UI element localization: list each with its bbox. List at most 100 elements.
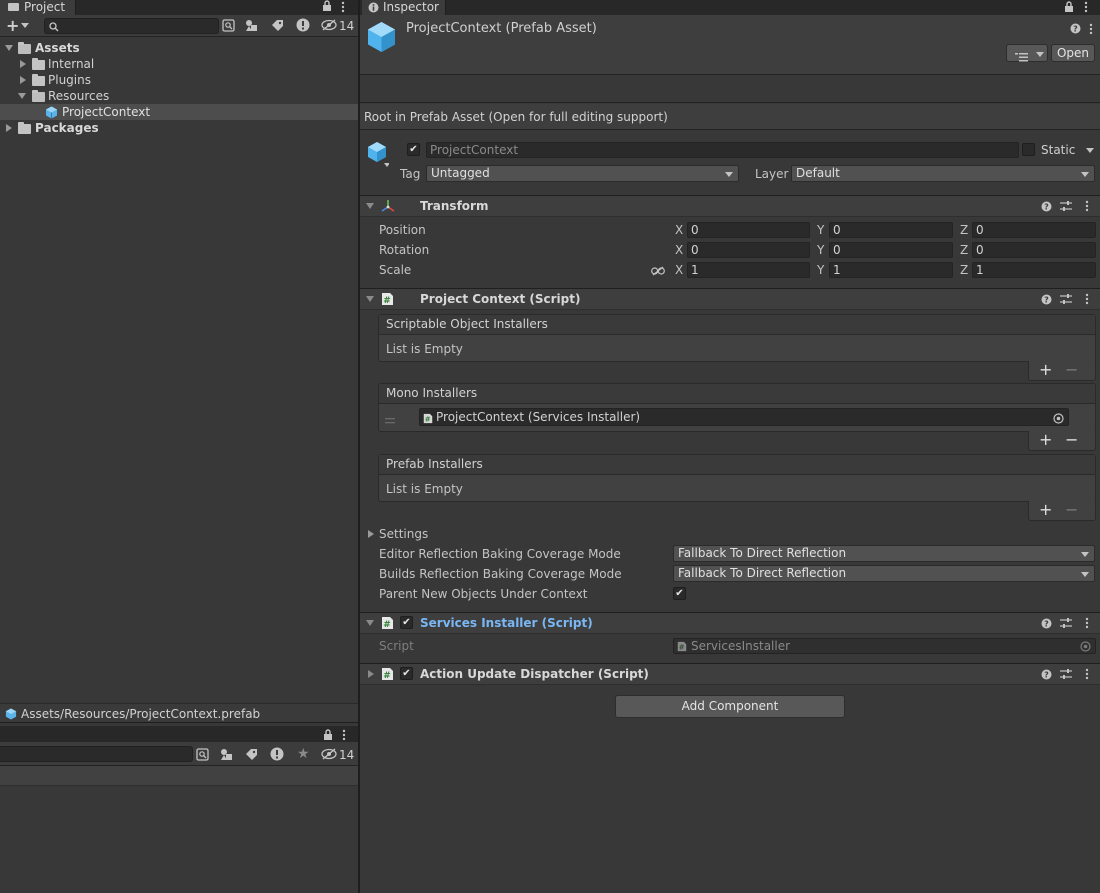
tree-item-plugins[interactable]: Plugins: [0, 72, 358, 88]
lock-icon[interactable]: [1064, 1, 1074, 16]
more-options-icon[interactable]: [1084, 200, 1090, 215]
search-by-type-icon[interactable]: [196, 748, 209, 764]
add-item-button[interactable]: +: [1039, 500, 1052, 519]
hidden-packages-icon[interactable]: [321, 748, 337, 763]
tree-item-resources[interactable]: Resources: [0, 88, 358, 104]
mono-installers-header[interactable]: Mono Installers: [379, 384, 1095, 404]
foldout-arrow-icon[interactable]: [366, 296, 374, 302]
layer-dropdown[interactable]: Default: [791, 165, 1095, 182]
parent-objects-checkbox[interactable]: ✔: [673, 587, 686, 600]
static-checkbox[interactable]: [1022, 143, 1035, 156]
tab-project[interactable]: Project: [0, 0, 76, 15]
filter-by-label-icon[interactable]: [271, 19, 284, 35]
more-options-icon[interactable]: [1083, 1, 1089, 16]
preset-icon[interactable]: [1060, 201, 1072, 215]
prefab-installers-header[interactable]: Prefab Installers: [379, 455, 1095, 475]
lower-list-row[interactable]: [0, 766, 358, 786]
so-installers-header[interactable]: Scriptable Object Installers: [379, 315, 1095, 335]
remove-item-button[interactable]: −: [1065, 430, 1078, 449]
tree-item-assets[interactable]: Assets: [0, 40, 358, 56]
drag-handle-icon[interactable]: [385, 413, 395, 427]
more-options-icon[interactable]: [1084, 293, 1090, 308]
tag-dropdown[interactable]: Untagged: [426, 165, 739, 182]
chevron-down-icon[interactable]: [21, 23, 29, 28]
add-component-button[interactable]: Add Component: [615, 695, 845, 718]
more-options-icon[interactable]: [1084, 617, 1090, 632]
warning-filter-icon[interactable]: [270, 747, 284, 764]
object-picker-icon[interactable]: [1053, 412, 1064, 425]
search-by-type-icon[interactable]: [222, 19, 235, 35]
open-button[interactable]: Open: [1051, 44, 1095, 62]
scale-y-field[interactable]: 1: [829, 262, 953, 278]
remove-item-button[interactable]: −: [1065, 500, 1078, 519]
rotation-y-field[interactable]: 0: [829, 242, 953, 258]
panel-divider[interactable]: [358, 0, 360, 893]
position-y-field[interactable]: 0: [829, 222, 953, 238]
chevron-down-icon[interactable]: [1086, 148, 1094, 153]
services-installer-title[interactable]: Services Installer (Script): [420, 613, 593, 633]
collapse-arrow-icon[interactable]: [20, 76, 26, 84]
project-context-header[interactable]: # Project Context (Script) ?: [360, 288, 1100, 310]
object-name-field[interactable]: ProjectContext: [426, 142, 1019, 158]
settings-foldout-arrow-icon[interactable]: [368, 530, 374, 538]
prefab-installers-footer: + −: [1028, 500, 1096, 521]
position-z-field[interactable]: 0: [972, 222, 1096, 238]
foldout-arrow-icon[interactable]: [368, 670, 374, 678]
rotation-z-field[interactable]: 0: [972, 242, 1096, 258]
settings-label[interactable]: Settings: [379, 526, 428, 542]
lower-search-input[interactable]: [0, 746, 193, 762]
foldout-arrow-icon[interactable]: [366, 620, 374, 626]
preset-icon[interactable]: [1060, 294, 1072, 308]
builds-baking-dropdown[interactable]: Fallback To Direct Reflection: [673, 565, 1095, 582]
help-icon[interactable]: ?: [1041, 669, 1052, 683]
search-input[interactable]: [44, 18, 219, 34]
remove-item-button[interactable]: −: [1065, 360, 1078, 379]
tree-item-projectcontext[interactable]: ProjectContext: [0, 104, 358, 120]
scale-z-field[interactable]: 1: [972, 262, 1096, 278]
plus-icon[interactable]: +: [6, 17, 19, 35]
editor-baking-dropdown[interactable]: Fallback To Direct Reflection: [673, 545, 1095, 562]
component-enabled-checkbox[interactable]: ✔: [400, 667, 413, 680]
component-enabled-checkbox[interactable]: ✔: [400, 616, 413, 629]
preset-icon[interactable]: [1060, 669, 1072, 683]
preset-icon[interactable]: [1060, 618, 1072, 632]
collapse-arrow-icon[interactable]: [20, 60, 26, 68]
add-item-button[interactable]: +: [1039, 430, 1052, 449]
collapse-arrow-icon[interactable]: [6, 124, 12, 132]
link-scale-icon[interactable]: [651, 265, 665, 279]
add-item-button[interactable]: +: [1039, 360, 1052, 379]
tree-item-internal[interactable]: Internal: [0, 56, 358, 72]
hidden-packages-icon[interactable]: [321, 19, 337, 34]
mono-installer-object-field[interactable]: # ProjectContext (Services Installer): [419, 408, 1069, 426]
rotation-x-field[interactable]: 0: [687, 242, 810, 258]
active-checkbox[interactable]: ✔: [407, 143, 420, 156]
filter-by-type-icon[interactable]: [245, 19, 258, 35]
tree-item-packages[interactable]: Packages: [0, 120, 358, 136]
gameobject-icon[interactable]: [367, 141, 390, 172]
more-options-icon[interactable]: [340, 1, 348, 13]
filter-by-type-icon[interactable]: [220, 748, 233, 764]
help-icon[interactable]: ?: [1041, 618, 1052, 632]
action-dispatcher-header[interactable]: # ✔ Action Update Dispatcher (Script) ?: [360, 663, 1100, 685]
lock-icon[interactable]: [322, 0, 332, 13]
scale-x-field[interactable]: 1: [687, 262, 810, 278]
more-options-icon[interactable]: [1084, 668, 1090, 683]
help-icon[interactable]: ?: [1070, 23, 1081, 37]
mono-installer-value: ProjectContext (Services Installer): [436, 410, 641, 424]
expand-arrow-icon[interactable]: [5, 45, 13, 51]
warning-filter-icon[interactable]: [296, 18, 310, 35]
position-x-field[interactable]: 0: [687, 222, 810, 238]
services-installer-header[interactable]: # ✔ Services Installer (Script) ?: [360, 612, 1100, 634]
tab-inspector[interactable]: Inspector: [362, 0, 446, 15]
help-icon[interactable]: ?: [1041, 201, 1052, 215]
favorite-star-icon[interactable]: ★: [297, 747, 310, 761]
x-label: X: [675, 263, 684, 277]
help-icon[interactable]: ?: [1041, 294, 1052, 308]
foldout-arrow-icon[interactable]: [366, 203, 374, 209]
transform-header[interactable]: Transform ?: [360, 195, 1100, 217]
tree-label: ProjectContext: [62, 105, 151, 119]
hierarchy-dropdown-button[interactable]: [1006, 44, 1048, 62]
filter-by-label-icon[interactable]: [245, 748, 258, 764]
expand-arrow-icon[interactable]: [18, 93, 26, 99]
more-options-icon[interactable]: [1088, 23, 1094, 38]
